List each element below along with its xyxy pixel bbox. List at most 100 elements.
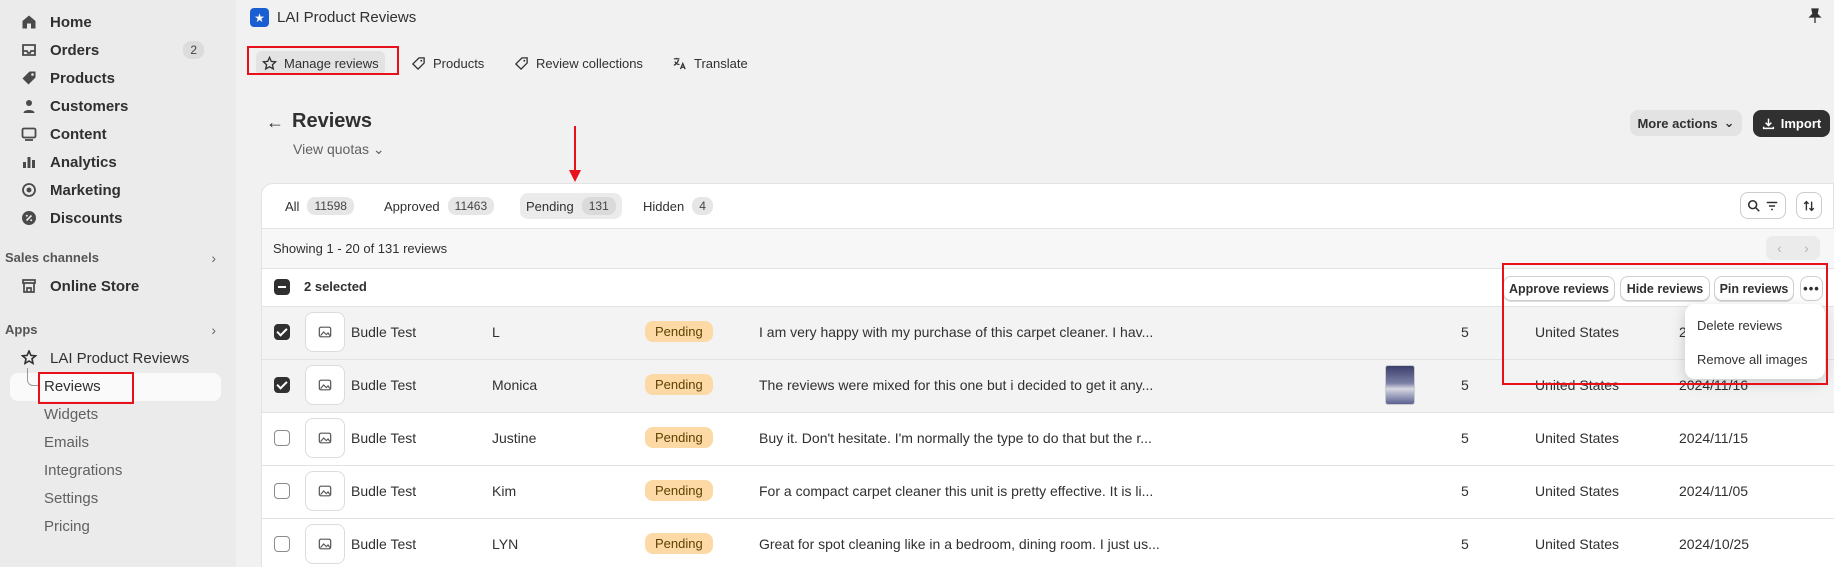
sidebar-item-analytics[interactable]: Analytics bbox=[10, 148, 220, 176]
sort-button[interactable] bbox=[1796, 192, 1822, 219]
product-name[interactable]: Budle Test bbox=[351, 324, 416, 340]
import-label: Import bbox=[1780, 116, 1822, 131]
row-checkbox[interactable] bbox=[274, 324, 290, 340]
store-icon bbox=[20, 277, 38, 295]
review-text[interactable]: Great for spot cleaning like in a bedroo… bbox=[759, 536, 1160, 552]
tag-icon bbox=[20, 69, 38, 87]
sidebar-item-content[interactable]: Content bbox=[10, 120, 220, 148]
sidebar-item-label: Marketing bbox=[50, 181, 121, 199]
back-arrow-icon[interactable]: ← bbox=[266, 112, 284, 133]
import-button[interactable]: Import bbox=[1753, 110, 1830, 137]
row-checkbox[interactable] bbox=[274, 483, 290, 499]
annotation-arrow bbox=[574, 126, 576, 174]
sidebar-subitem-integrations[interactable]: Integrations bbox=[44, 462, 122, 479]
product-name[interactable]: Budle Test bbox=[351, 377, 416, 393]
target-icon bbox=[20, 181, 38, 199]
sidebar-item-orders[interactable]: Orders 2 bbox=[10, 36, 220, 64]
product-name[interactable]: Budle Test bbox=[351, 430, 416, 446]
apps-label: Apps bbox=[5, 322, 38, 337]
highlight-reviews-nav bbox=[38, 372, 134, 404]
sidebar-item-label: Discounts bbox=[50, 209, 123, 227]
tab-label: Pending bbox=[526, 198, 574, 214]
review-text[interactable]: For a compact carpet cleaner this unit i… bbox=[759, 483, 1153, 499]
product-name[interactable]: Budle Test bbox=[351, 483, 416, 499]
rating-value: 5 bbox=[1461, 430, 1469, 446]
reviewer-name: LYN bbox=[492, 536, 519, 552]
tab-label: Hidden bbox=[643, 198, 685, 214]
sidebar-item-label: Analytics bbox=[50, 153, 117, 171]
status-badge: Pending bbox=[645, 427, 713, 448]
review-date: 2024/11/05 bbox=[1679, 483, 1749, 499]
tab-count: 11463 bbox=[447, 197, 495, 215]
chevron-right-icon[interactable]: › bbox=[211, 250, 216, 266]
review-date: 2024/10/25 bbox=[1679, 536, 1750, 552]
tab-label: Review collections bbox=[536, 55, 643, 71]
row-checkbox[interactable] bbox=[274, 430, 290, 446]
status-badge: Pending bbox=[645, 374, 713, 395]
review-text[interactable]: Buy it. Don't hesitate. I'm normally the… bbox=[759, 430, 1152, 446]
sidebar: Home Orders 2 Products Customers Content… bbox=[0, 0, 236, 567]
tab-all[interactable]: All 11598 bbox=[279, 193, 360, 219]
review-date: 2024/11/15 bbox=[1679, 430, 1749, 446]
tree-connector bbox=[27, 368, 38, 386]
row-checkbox[interactable] bbox=[274, 377, 290, 393]
view-quotas-link[interactable]: View quotas ⌄ bbox=[293, 141, 385, 158]
sidebar-item-discounts[interactable]: Discounts bbox=[10, 204, 220, 232]
chevron-down-icon: ⌄ bbox=[372, 141, 385, 157]
results-summary-bar bbox=[262, 228, 1834, 268]
rating-value: 5 bbox=[1461, 377, 1469, 393]
product-name[interactable]: Budle Test bbox=[351, 536, 416, 552]
tab-products[interactable]: Products bbox=[411, 51, 484, 75]
review-text[interactable]: The reviews were mixed for this one but … bbox=[759, 377, 1153, 393]
tab-review-collections[interactable]: Review collections bbox=[514, 51, 643, 75]
sidebar-item-lai-product-reviews[interactable]: LAI Product Reviews bbox=[10, 344, 220, 372]
sidebar-subitem-widgets[interactable]: Widgets bbox=[44, 406, 98, 423]
row-checkbox[interactable] bbox=[274, 536, 290, 552]
sidebar-item-products[interactable]: Products bbox=[10, 64, 220, 92]
image-placeholder-icon bbox=[318, 379, 332, 391]
rating-value: 5 bbox=[1461, 536, 1469, 552]
tab-count: 131 bbox=[581, 197, 616, 215]
status-badge: Pending bbox=[645, 480, 713, 501]
tab-hidden[interactable]: Hidden 4 bbox=[637, 193, 719, 219]
status-badge: Pending bbox=[645, 321, 713, 342]
chevron-right-icon[interactable]: › bbox=[211, 322, 216, 338]
highlight-bulk-actions bbox=[1502, 263, 1828, 385]
tab-count: 4 bbox=[692, 197, 713, 215]
pin-icon[interactable] bbox=[1808, 8, 1822, 28]
tab-translate[interactable]: Translate bbox=[672, 51, 748, 75]
product-thumbnail bbox=[305, 471, 345, 511]
search-filter-button[interactable] bbox=[1740, 192, 1786, 219]
review-text[interactable]: I am very happy with my purchase of this… bbox=[759, 324, 1153, 340]
sidebar-item-label: Customers bbox=[50, 97, 129, 115]
select-all-checkbox[interactable] bbox=[274, 279, 290, 295]
rating-value: 5 bbox=[1461, 483, 1469, 499]
sidebar-item-home[interactable]: Home bbox=[10, 8, 220, 36]
sidebar-subitem-settings[interactable]: Settings bbox=[44, 490, 98, 507]
discount-icon bbox=[20, 209, 38, 227]
image-placeholder-icon bbox=[318, 538, 332, 550]
home-icon bbox=[20, 13, 38, 31]
highlight-manage-reviews bbox=[247, 46, 399, 75]
sidebar-subitem-pricing[interactable]: Pricing bbox=[44, 518, 90, 535]
country: United States bbox=[1535, 536, 1620, 552]
orders-icon bbox=[20, 41, 38, 59]
product-thumbnail bbox=[305, 365, 345, 405]
next-page-icon[interactable]: › bbox=[1804, 240, 1809, 256]
sidebar-item-label: Online Store bbox=[50, 277, 140, 295]
sidebar-item-online-store[interactable]: Online Store bbox=[10, 272, 220, 300]
content-icon bbox=[20, 125, 38, 143]
sidebar-item-marketing[interactable]: Marketing bbox=[10, 176, 220, 204]
prev-page-icon[interactable]: ‹ bbox=[1777, 240, 1782, 256]
sidebar-subitem-emails[interactable]: Emails bbox=[44, 434, 89, 451]
sidebar-item-customers[interactable]: Customers bbox=[10, 92, 220, 120]
tab-label: Approved bbox=[384, 198, 440, 214]
more-actions-button[interactable]: More actions ⌄ bbox=[1630, 110, 1742, 136]
review-image[interactable] bbox=[1385, 365, 1415, 405]
orders-count-badge: 2 bbox=[183, 41, 204, 59]
more-actions-label: More actions bbox=[1637, 115, 1718, 131]
annotation-arrow-head bbox=[569, 170, 581, 182]
tab-approved[interactable]: Approved 11463 bbox=[378, 193, 500, 219]
tab-pending[interactable]: Pending 131 bbox=[520, 193, 622, 219]
bar-chart-icon bbox=[20, 153, 38, 171]
